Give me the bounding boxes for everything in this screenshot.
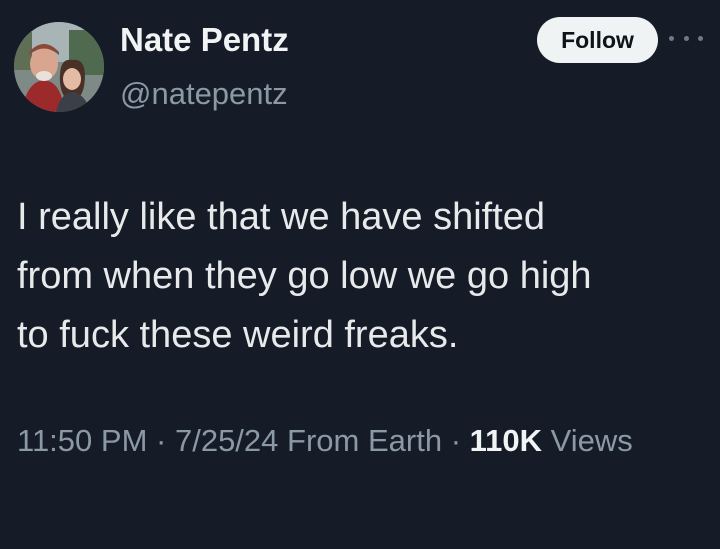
user-handle[interactable]: @natepentz	[120, 75, 288, 113]
tweet-date[interactable]: 7/25/24	[175, 423, 278, 458]
more-horizontal-icon[interactable]	[669, 26, 703, 50]
tweet-meta: 11:50 PM · 7/25/24 From Earth · 110K Vie…	[17, 414, 707, 467]
meta-separator: ·	[156, 423, 167, 458]
avatar[interactable]	[14, 22, 104, 112]
more-dot	[669, 35, 674, 41]
display-name[interactable]: Nate Pentz	[120, 20, 289, 60]
more-dot	[683, 35, 689, 41]
tweet-card: Nate Pentz @natepentz Follow I really li…	[0, 0, 720, 549]
tweet-source: From Earth	[287, 423, 443, 458]
avatar-photo	[14, 22, 104, 112]
follow-button[interactable]: Follow	[537, 17, 658, 63]
views-label: Views	[550, 423, 633, 458]
meta-separator: ·	[450, 423, 462, 458]
tweet-text: I really like that we have shifted from …	[17, 196, 592, 356]
views-count[interactable]: 110K	[470, 423, 542, 458]
more-dot	[698, 35, 703, 41]
tweet-time[interactable]: 11:50 PM	[17, 423, 147, 458]
